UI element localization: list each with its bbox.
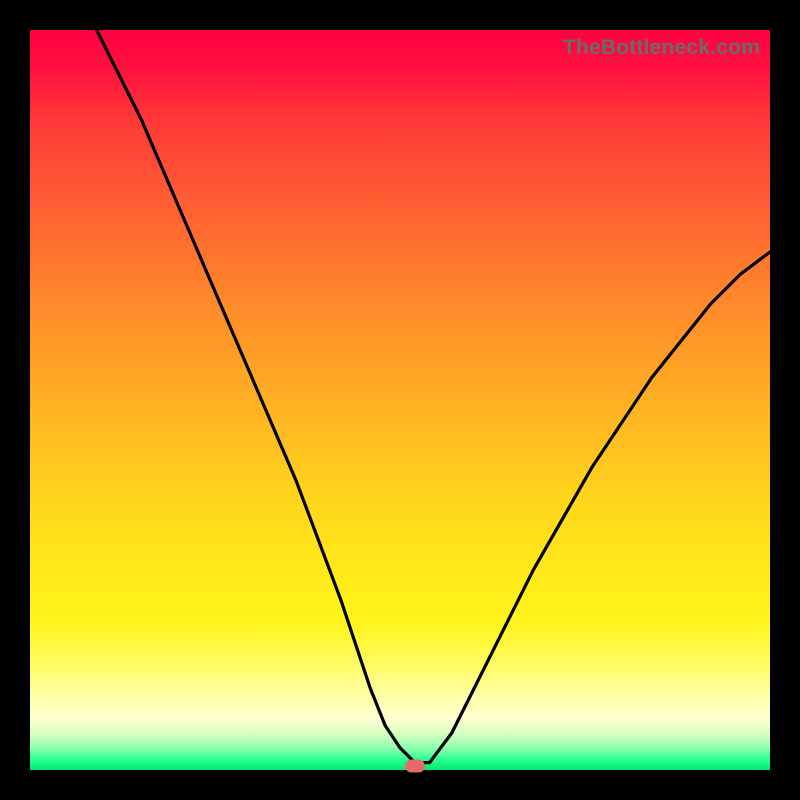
plot-area: TheBottleneck.com <box>30 30 770 770</box>
bottleneck-curve <box>97 30 770 763</box>
optimum-marker <box>405 760 425 773</box>
curve-svg <box>30 30 770 770</box>
chart-frame: TheBottleneck.com <box>0 0 800 800</box>
